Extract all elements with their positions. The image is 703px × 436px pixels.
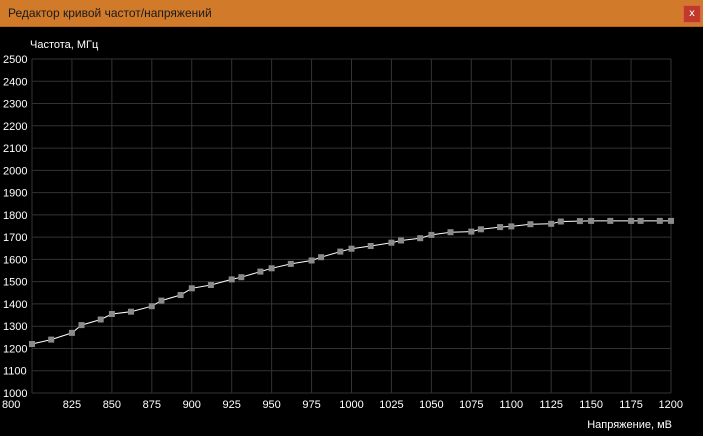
curve-point-handle[interactable] [607, 217, 614, 224]
curve-point-handle[interactable] [428, 231, 435, 238]
curve-point-handle[interactable] [668, 217, 674, 224]
curve-point-handle[interactable] [508, 223, 515, 230]
x-tick-labels: 800 825 850 875 900 925 950 975 1000 1025 1050 1075… [2, 399, 683, 411]
curve-point-handle[interactable] [548, 220, 555, 227]
y-tick-label: 1500 [3, 277, 27, 289]
curve-point-handle[interactable] [557, 218, 564, 225]
curve-point-handle[interactable] [527, 221, 534, 228]
y-tick-label: 1700 [3, 232, 27, 244]
y-tick-label: 2500 [3, 54, 27, 66]
curve-point-handle[interactable] [97, 316, 104, 323]
x-tick-label: 950 [262, 399, 280, 411]
curve-point-handle[interactable] [337, 248, 344, 255]
y-tick-label: 1100 [3, 366, 27, 378]
curve-point-handle[interactable] [268, 265, 275, 272]
y-tick-label: 1300 [3, 321, 27, 333]
x-tick-label: 1125 [539, 399, 563, 411]
x-tick-label: 975 [302, 399, 320, 411]
y-tick-label: 2000 [3, 165, 27, 177]
y-axis-label: Частота, МГц [30, 39, 99, 51]
curve-point-handle[interactable] [78, 322, 85, 329]
curve-point-handle[interactable] [158, 297, 165, 304]
close-button[interactable]: x [683, 5, 701, 23]
y-tick-label: 1400 [3, 299, 27, 311]
x-tick-label: 825 [63, 399, 81, 411]
y-tick-label: 1800 [3, 210, 27, 222]
curve-point-handle[interactable] [398, 237, 404, 244]
title-bar: Редактор кривой частот/напряжений x [0, 0, 703, 27]
x-tick-label: 1050 [419, 399, 443, 411]
curve-point-handle[interactable] [417, 235, 424, 242]
curve-point-handle[interactable] [188, 285, 195, 292]
window-title: Редактор кривой частот/напряжений [8, 6, 212, 20]
curve-point-handle[interactable] [287, 260, 294, 267]
vf-curve-chart[interactable]: 1000 1100 1200 1300 1400 1500 1600 1700 1800 1900… [0, 28, 703, 431]
x-tick-label: 1200 [659, 399, 683, 411]
y-tick-label: 1200 [3, 343, 27, 355]
curve-point-handle[interactable] [588, 217, 595, 224]
curve-point-handle[interactable] [637, 217, 644, 224]
curve-point-handle[interactable] [367, 243, 374, 249]
x-tick-label: 1025 [379, 399, 403, 411]
x-tick-label: 925 [223, 399, 241, 411]
curve-point-handle[interactable] [257, 268, 264, 275]
y-tick-label: 2300 [3, 99, 27, 111]
curve-point-handle[interactable] [468, 228, 475, 235]
curve-point-handle[interactable] [148, 303, 155, 310]
curve-point-handle[interactable] [348, 245, 355, 252]
curve-point-handle[interactable] [318, 254, 325, 261]
y-tick-label: 2400 [3, 76, 27, 88]
y-tick-label: 2100 [3, 143, 27, 155]
y-tick-label: 1600 [3, 254, 27, 266]
curve-point-handle[interactable] [68, 329, 75, 336]
curve-point-handle[interactable] [628, 217, 635, 224]
curve-point-handle[interactable] [29, 341, 35, 347]
curve-point-handle[interactable] [228, 276, 235, 283]
y-tick-labels: 1000110012001300140015001600170018001900… [3, 54, 27, 400]
x-tick-label: 875 [143, 399, 161, 411]
grid [31, 58, 672, 394]
curve-point-handle[interactable] [48, 336, 55, 343]
curve-point-handle[interactable] [207, 282, 214, 288]
curve-point-handle[interactable] [477, 226, 484, 233]
x-tick-label: 900 [183, 399, 201, 411]
x-axis-label: Напряжение, мВ [587, 419, 672, 431]
curve-point-handle[interactable] [447, 229, 454, 236]
curve-point-handle[interactable] [388, 239, 395, 246]
x-tick-label: 1075 [459, 399, 483, 411]
curve-point-handle[interactable] [238, 274, 245, 281]
x-tick-label: 1150 [579, 399, 603, 411]
x-tick-label: 1100 [499, 399, 523, 411]
x-tick-label: 850 [103, 399, 121, 411]
curve-point-handle[interactable] [108, 311, 115, 317]
curve-point-handle[interactable] [128, 308, 134, 315]
curve-point-handle[interactable] [177, 292, 184, 298]
curve-point-handle[interactable] [656, 217, 663, 224]
curve-point-handle[interactable] [576, 218, 583, 225]
x-tick-label: 800 [2, 399, 20, 411]
x-tick-label: 1000 [339, 399, 363, 411]
curve-point-handle[interactable] [308, 257, 315, 264]
curve-point-handle[interactable] [497, 224, 504, 231]
y-tick-label: 2200 [3, 121, 27, 133]
chart-area: 1000 1100 1200 1300 1400 1500 1600 1700 1800 1900… [0, 28, 703, 431]
y-tick-label: 1900 [3, 188, 27, 200]
x-tick-label: 1175 [619, 399, 643, 411]
